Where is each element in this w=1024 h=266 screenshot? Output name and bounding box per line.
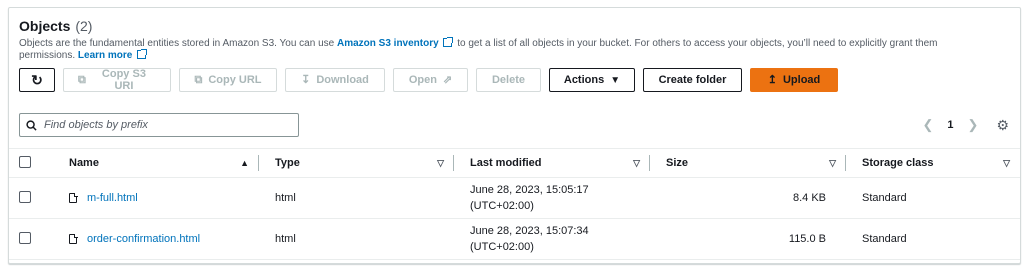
prev-page-icon[interactable]: ❮: [923, 117, 934, 133]
table-row[interactable]: order-confirmation.html html June 28, 20…: [9, 218, 1020, 260]
learn-more-label: Learn more: [77, 50, 133, 61]
download-icon: ↧: [301, 73, 311, 86]
copy-url-label: Copy URL: [208, 74, 262, 86]
copy-icon: ⧉: [194, 73, 203, 86]
storage-class-cell: Standard: [846, 218, 1020, 260]
inventory-link[interactable]: Amazon S3 inventory: [336, 37, 454, 49]
sort-caret-icon: ▽: [1003, 157, 1010, 168]
type-cell: html: [259, 177, 454, 219]
actions-dropdown[interactable]: Actions ▼: [549, 68, 635, 92]
external-link-icon: ⇗: [442, 73, 453, 86]
copy-s3-uri-label: Copy S3 URI: [101, 68, 146, 92]
row-checkbox[interactable]: [19, 190, 31, 203]
refresh-button[interactable]: ↻: [19, 68, 55, 92]
column-storage-class-label: Storage class: [862, 157, 934, 169]
objects-description: Objects are the fundamental entities sto…: [19, 37, 979, 62]
copy-icon: ⧉: [78, 73, 86, 86]
type-cell: html: [259, 218, 454, 260]
search-icon: [26, 119, 37, 131]
select-all-cell: [9, 148, 59, 178]
gear-icon[interactable]: ⚙: [996, 117, 1009, 134]
page-title: Objects: [19, 18, 71, 34]
row-checkbox[interactable]: [19, 231, 31, 244]
size-cell: 8.4 KB: [650, 177, 846, 219]
table-row[interactable]: m-full.html html June 28, 2023, 15:05:17…: [9, 177, 1020, 219]
toolbar: ↻ ⧉ Copy S3 URI ⧉ Copy URL ↧ Download Op…: [19, 68, 1010, 92]
actions-label: Actions: [563, 74, 605, 86]
object-name-link[interactable]: order-confirmation.html: [87, 233, 200, 245]
row-select-cell: [9, 177, 59, 219]
column-type-label: Type: [275, 157, 300, 169]
inventory-link-label: Amazon S3 inventory: [336, 38, 439, 49]
objects-panel: Objects (2) Objects are the fundamental …: [8, 7, 1021, 264]
sort-caret-icon: ▽: [437, 157, 444, 168]
sort-caret-icon: ▽: [633, 157, 640, 168]
last-modified-date: June 28, 2023, 15:07:34: [470, 225, 589, 237]
download-label: Download: [316, 74, 369, 86]
download-button[interactable]: ↧ Download: [285, 68, 385, 92]
delete-label: Delete: [491, 74, 526, 86]
learn-more-link[interactable]: Learn more: [77, 49, 148, 61]
search-row: ❮ 1 ❯ ⚙: [19, 113, 1009, 137]
last-modified-cell: June 28, 2023, 15:05:17 (UTC+02:00): [454, 177, 650, 219]
upload-label: Upload: [782, 74, 821, 86]
copy-url-button[interactable]: ⧉ Copy URL: [179, 68, 277, 92]
open-button[interactable]: Open ⇗: [393, 68, 468, 92]
delete-button[interactable]: Delete: [476, 68, 541, 92]
copy-s3-uri-button[interactable]: ⧉ Copy S3 URI: [63, 68, 171, 92]
refresh-icon: ↻: [31, 71, 43, 88]
column-size-label: Size: [666, 157, 689, 169]
column-name-label: Name: [69, 157, 99, 169]
file-icon: [69, 233, 78, 244]
external-link-icon: [137, 49, 148, 59]
create-folder-label: Create folder: [658, 74, 727, 86]
select-all-checkbox[interactable]: [19, 155, 31, 168]
storage-class-cell: Standard: [846, 177, 1020, 219]
row-select-cell: [9, 218, 59, 260]
pagination: ❮ 1 ❯ ⚙: [923, 117, 1010, 134]
objects-header: Objects (2) Objects are the fundamental …: [9, 8, 1020, 92]
sort-caret-icon: ▽: [829, 157, 836, 168]
object-count: (2): [75, 18, 93, 34]
last-modified-date: June 28, 2023, 15:05:17: [470, 184, 589, 196]
upload-button[interactable]: ↥ Upload: [750, 68, 838, 92]
next-page-icon[interactable]: ❯: [968, 117, 979, 133]
create-folder-button[interactable]: Create folder: [643, 68, 742, 92]
column-storage-class[interactable]: Storage class ▽: [846, 148, 1020, 178]
upload-icon: ↥: [767, 73, 777, 86]
table-header-row: Name ▲ Type ▽ Last modified ▽ Size ▽ Sto…: [9, 148, 1020, 178]
last-modified-timezone: (UTC+02:00): [470, 241, 534, 253]
search-input[interactable]: [44, 119, 284, 131]
size-cell: 115.0 B: [650, 218, 846, 260]
column-type[interactable]: Type ▽: [259, 148, 454, 178]
last-modified-cell: June 28, 2023, 15:07:34 (UTC+02:00): [454, 218, 650, 260]
search-box[interactable]: [19, 113, 299, 137]
caret-down-icon: ▼: [610, 74, 621, 86]
sort-ascending-icon: ▲: [240, 158, 249, 168]
description-text: Objects are the fundamental entities sto…: [19, 38, 337, 49]
objects-table: Name ▲ Type ▽ Last modified ▽ Size ▽ Sto…: [9, 148, 1020, 260]
name-cell: order-confirmation.html: [59, 218, 259, 260]
object-name-link[interactable]: m-full.html: [87, 192, 138, 204]
last-modified-timezone: (UTC+02:00): [470, 200, 534, 212]
page-number[interactable]: 1: [947, 119, 953, 131]
column-last-modified[interactable]: Last modified ▽: [454, 148, 650, 178]
open-label: Open: [408, 74, 437, 86]
name-cell: m-full.html: [59, 177, 259, 219]
external-link-icon: [443, 37, 454, 47]
column-size[interactable]: Size ▽: [650, 148, 846, 178]
column-name[interactable]: Name ▲: [59, 148, 259, 178]
file-icon: [69, 192, 78, 203]
column-last-modified-label: Last modified: [470, 157, 542, 169]
